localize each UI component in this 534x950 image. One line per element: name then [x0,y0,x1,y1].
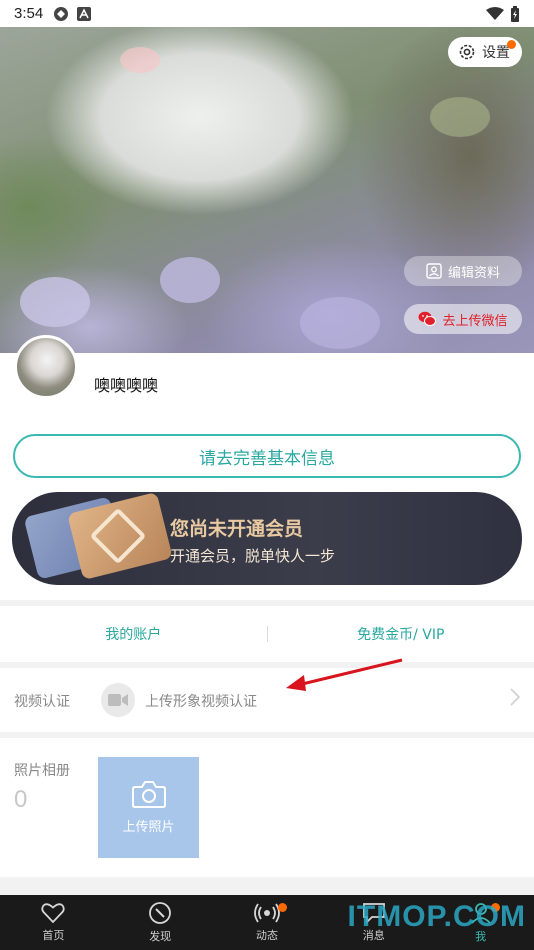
free-coins-vip-link[interactable]: 免费金币/ VIP [268,624,534,644]
notification-dot [277,903,287,912]
gear-icon [459,44,475,60]
video-auth-upload-text: 上传形象视频认证 [145,694,257,710]
cover-flower [20,277,90,327]
nav-home[interactable]: 首页 [0,895,107,950]
vip-subtitle: 开通会员，脱单快人一步 [170,547,336,565]
app-a-icon [77,6,92,21]
cover-leaf [430,97,490,137]
watermark: ITMOP.COM [347,900,526,933]
photo-count: 0 [14,786,28,813]
edit-profile-label: 编辑资料 [447,265,500,281]
broadcast-icon [254,903,280,923]
sync-icon [54,6,69,21]
photo-album-label: 照片相册 [14,763,70,779]
status-system-icons [486,5,520,22]
cover-flower [300,297,380,349]
video-auth-label: 视频认证 [14,694,70,710]
cover-flower [160,257,220,303]
account-row: 我的账户 免费金币/ VIP [0,606,534,662]
complete-info-label: 请去完善基本信息 [199,448,335,469]
wifi-icon [486,6,504,20]
video-camera-icon [101,683,135,717]
complete-info-button[interactable]: 请去完善基本信息 [13,434,521,478]
vip-title: 您尚未开通会员 [170,518,304,540]
edit-profile-icon [426,263,442,279]
upload-wechat-label: 去上传微信 [442,313,508,329]
wechat-icon [418,311,437,326]
status-bar: 3:54 [0,0,534,27]
status-time: 3:54 [14,5,44,22]
video-auth-row[interactable]: 视频认证 上传形象视频认证 [0,668,534,732]
edit-profile-button[interactable]: 编辑资料 [404,256,522,286]
camera-icon [131,781,166,808]
notification-dot [507,40,516,49]
avatar[interactable] [14,335,78,399]
cover-photo: 设置 编辑资料 去上传微信 [0,27,534,353]
my-account-link[interactable]: 我的账户 [0,624,267,644]
compass-icon [149,902,172,924]
upload-photo-label: 上传照片 [122,820,175,835]
nav-discover-label: 发现 [149,930,172,943]
nav-home-label: 首页 [42,929,65,942]
nav-moments-label: 动态 [255,929,278,942]
settings-button[interactable]: 设置 [448,37,522,67]
annotation-arrow [286,658,403,691]
battery-icon [511,5,519,22]
settings-label: 设置 [482,45,510,61]
nav-discover[interactable]: 发现 [107,895,214,950]
upload-photo-button[interactable]: 上传照片 [98,757,199,858]
heart-icon [41,903,66,924]
profile-section: 噢噢噢噢 请去完善基本信息 您尚未开通会员 开通会员，脱单快人一步 [0,335,534,600]
nav-moments[interactable]: 动态 [214,895,321,950]
upload-wechat-button[interactable]: 去上传微信 [404,304,522,334]
chevron-right-icon [510,688,520,706]
status-notification-icons [53,6,92,22]
vip-banner[interactable]: 您尚未开通会员 开通会员，脱单快人一步 [12,492,522,585]
cover-detail [120,47,160,73]
photo-album-section: 照片相册 0 上传照片 [0,738,534,877]
nickname: 噢噢噢噢 [94,376,159,395]
